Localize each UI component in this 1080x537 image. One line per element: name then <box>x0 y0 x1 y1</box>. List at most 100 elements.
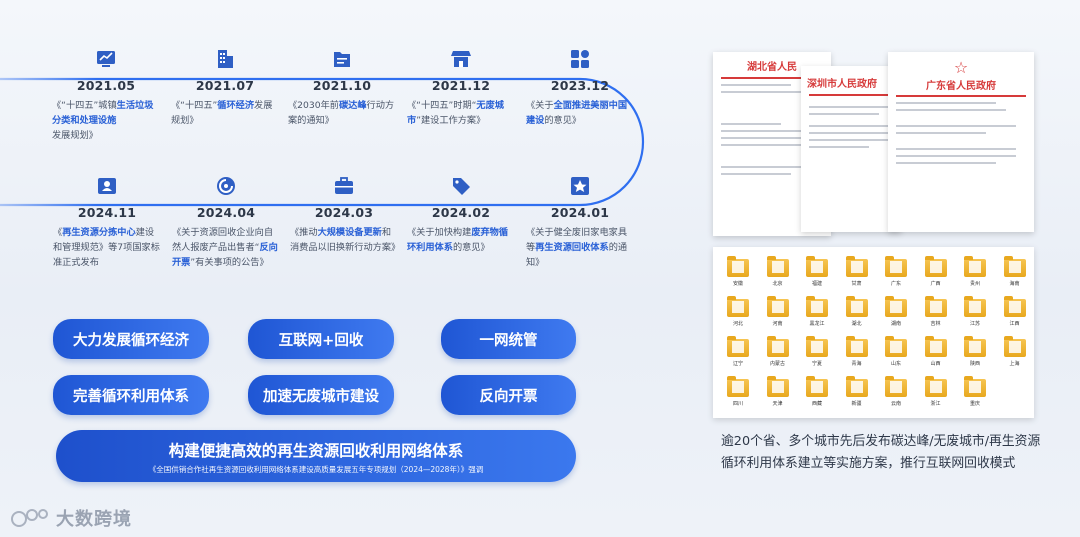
store-icon <box>451 51 471 67</box>
pill-recycling-system: 完善循环利用体系 <box>53 375 209 415</box>
guangdong-title: 广东省人民政府 <box>926 81 996 92</box>
folder-label: 江西 <box>1009 321 1020 327</box>
description-text: 《“十四五” <box>171 100 218 111</box>
network-banner: 构建便捷高效的再生资源回收利用网络体系 《全国供销合作社再生资源回收利用网络体系… <box>56 430 576 482</box>
milestone-year: 2024.01 <box>550 205 610 220</box>
folder-label: 湖南 <box>890 321 901 327</box>
milestone-2024.02: 2024.02 《关于加快构建废弃物循环利用体系的意见》 <box>401 175 521 255</box>
folder-icon <box>924 256 947 277</box>
folder-icon <box>964 376 986 397</box>
folder-icon <box>964 256 986 277</box>
highlight-text: 碳达峰 <box>338 100 367 111</box>
folder-label: 甘肃 <box>851 281 862 287</box>
folder-label: 内蒙古 <box>769 361 785 367</box>
milestone-year: 2021.05 <box>76 78 136 93</box>
folder-icon <box>845 336 868 357</box>
pill-unified-management: 一网统管 <box>441 319 576 359</box>
folder-icon <box>766 376 789 397</box>
recycle-icon <box>217 177 235 195</box>
tag-icon <box>453 178 470 195</box>
highlight-text: 再生资源分拣中心 <box>62 227 136 238</box>
folder-icon <box>924 376 947 397</box>
folder-label: 浙江 <box>930 401 941 407</box>
folder-label: 宁夏 <box>811 361 822 367</box>
folder-icon <box>806 256 828 277</box>
folder-icon <box>885 336 907 357</box>
folder-icon <box>727 376 749 397</box>
folder-label: 辽宁 <box>732 361 743 367</box>
folder-label: 广西 <box>930 281 941 287</box>
folder-label: 青海 <box>851 361 862 367</box>
folder-icon <box>1003 256 1026 277</box>
folder-label: 福建 <box>811 281 822 287</box>
folder-icon <box>845 256 868 277</box>
highlight-text: 再生资源回收体系 <box>535 242 609 253</box>
folder-label: 吉林 <box>930 321 941 327</box>
highlight-text: 大规模设备更新 <box>317 227 382 238</box>
folder-label: 西藏 <box>811 401 822 407</box>
star-icon <box>571 177 589 195</box>
folder-label: 山东 <box>890 361 901 367</box>
folder-icon <box>1003 296 1026 317</box>
province-folders-panel: 安徽 北京 福建 甘肃 广东 广西 贵州 海南 河北 河南 黑龙江 湖北 湖南 吉林 江苏 江西 辽宁 内蒙古 宁夏… <box>713 247 1034 418</box>
brand-logo-text: 大数跨境 <box>56 509 132 530</box>
folder-label: 天津 <box>772 401 783 407</box>
folder-label: 安徽 <box>732 281 743 287</box>
folder-icon <box>727 296 749 317</box>
description-text: 《关于加快构建 <box>407 227 472 238</box>
shenzhen-document: 深圳市人民政府 <box>801 66 901 232</box>
folder-icon <box>885 256 907 277</box>
milestone-2021.05: 2021.05 《“十四五”城镇生活垃圾分类和处理设施发展规划》 <box>46 48 166 143</box>
milestone-description: 《关于资源回收企业向自然人报废产品出售者“反向开票”有关事项的公告》 <box>166 225 282 270</box>
folder-label: 黑龙江 <box>809 321 825 327</box>
milestone-year: 2024.04 <box>196 205 256 220</box>
milestone-2021.07: 2021.07 《“十四五”循环经济发展规划》 <box>165 48 285 128</box>
id-card-icon <box>98 178 116 194</box>
folder-label: 北京 <box>772 281 783 287</box>
briefcase-icon <box>335 177 353 194</box>
description-text: ”建设工作方案》 <box>416 115 486 126</box>
folder-icon <box>766 336 789 357</box>
description-text: 《2030年前 <box>288 100 339 111</box>
folder-icon <box>806 296 828 317</box>
milestone-year: 2024.03 <box>314 205 374 220</box>
milestone-2024.03: 2024.03 《推动大规模设备更新和消费品以旧换新行动方案》 <box>284 175 404 255</box>
brand-logo: 大数跨境 <box>10 505 132 531</box>
description-text: 《推动 <box>290 227 318 238</box>
document-icon <box>334 52 350 67</box>
folder-icon <box>806 336 828 357</box>
folder-icon <box>845 376 868 397</box>
milestone-description: 《推动大规模设备更新和消费品以旧换新行动方案》 <box>284 225 400 255</box>
grid-icon <box>571 50 589 68</box>
brand-logo-icon <box>11 509 48 527</box>
chart-icon <box>97 51 115 67</box>
description-text: 《“十四五”时期“ <box>407 100 477 111</box>
milestone-description: 《“十四五”城镇生活垃圾分类和处理设施发展规划》 <box>46 98 162 143</box>
folder-icon <box>766 256 789 277</box>
folder-label: 江苏 <box>969 321 980 327</box>
pill-reverse-invoicing: 反向开票 <box>441 375 576 415</box>
milestone-year: 2021.12 <box>431 78 491 93</box>
folder-icon <box>885 376 907 397</box>
milestone-description: 《关于全面推进美丽中国建设的意见》 <box>520 98 636 128</box>
banner-subtitle: 《全国供销合作社再生资源回收利用网络体系建设高质量发展五年专项规划（2024—2… <box>148 465 484 474</box>
folder-label: 云南 <box>890 401 901 407</box>
milestone-2024.01: 2024.01 《关于健全废旧家电家具等再生资源回收体系的通知》 <box>520 175 640 270</box>
folder-icon <box>964 296 986 317</box>
folder-label: 湖北 <box>851 321 862 327</box>
folder-icon <box>924 296 947 317</box>
caption-text: 逾20个省、多个城市先后发布碳达峰/无废城市/再生资源循环利用体系建立等实施方案… <box>721 434 1041 471</box>
milestone-description: 《再生资源分拣中心建设和管理规范》等7项国家标准正式发布 <box>47 225 163 270</box>
milestone-2024.04: 2024.04 《关于资源回收企业向自然人报废产品出售者“反向开票”有关事项的公告… <box>166 175 286 270</box>
milestone-2024.11: 2024.11 《再生资源分拣中心建设和管理规范》等7项国家标准正式发布 <box>47 175 167 270</box>
folder-label: 山西 <box>930 361 941 367</box>
folder-label: 陕西 <box>969 361 980 367</box>
milestone-2021.12: 2021.12 《“十四五”时期“无废城市”建设工作方案》 <box>401 48 521 128</box>
folder-label: 上海 <box>1009 361 1020 367</box>
milestone-year: 2024.11 <box>77 205 137 220</box>
highlight-text: 循环经济 <box>217 100 255 111</box>
milestone-year: 2023.12 <box>550 78 610 93</box>
milestone-year: 2021.10 <box>312 78 372 93</box>
folder-icon <box>885 296 907 317</box>
description-text: 《关于 <box>526 100 554 111</box>
